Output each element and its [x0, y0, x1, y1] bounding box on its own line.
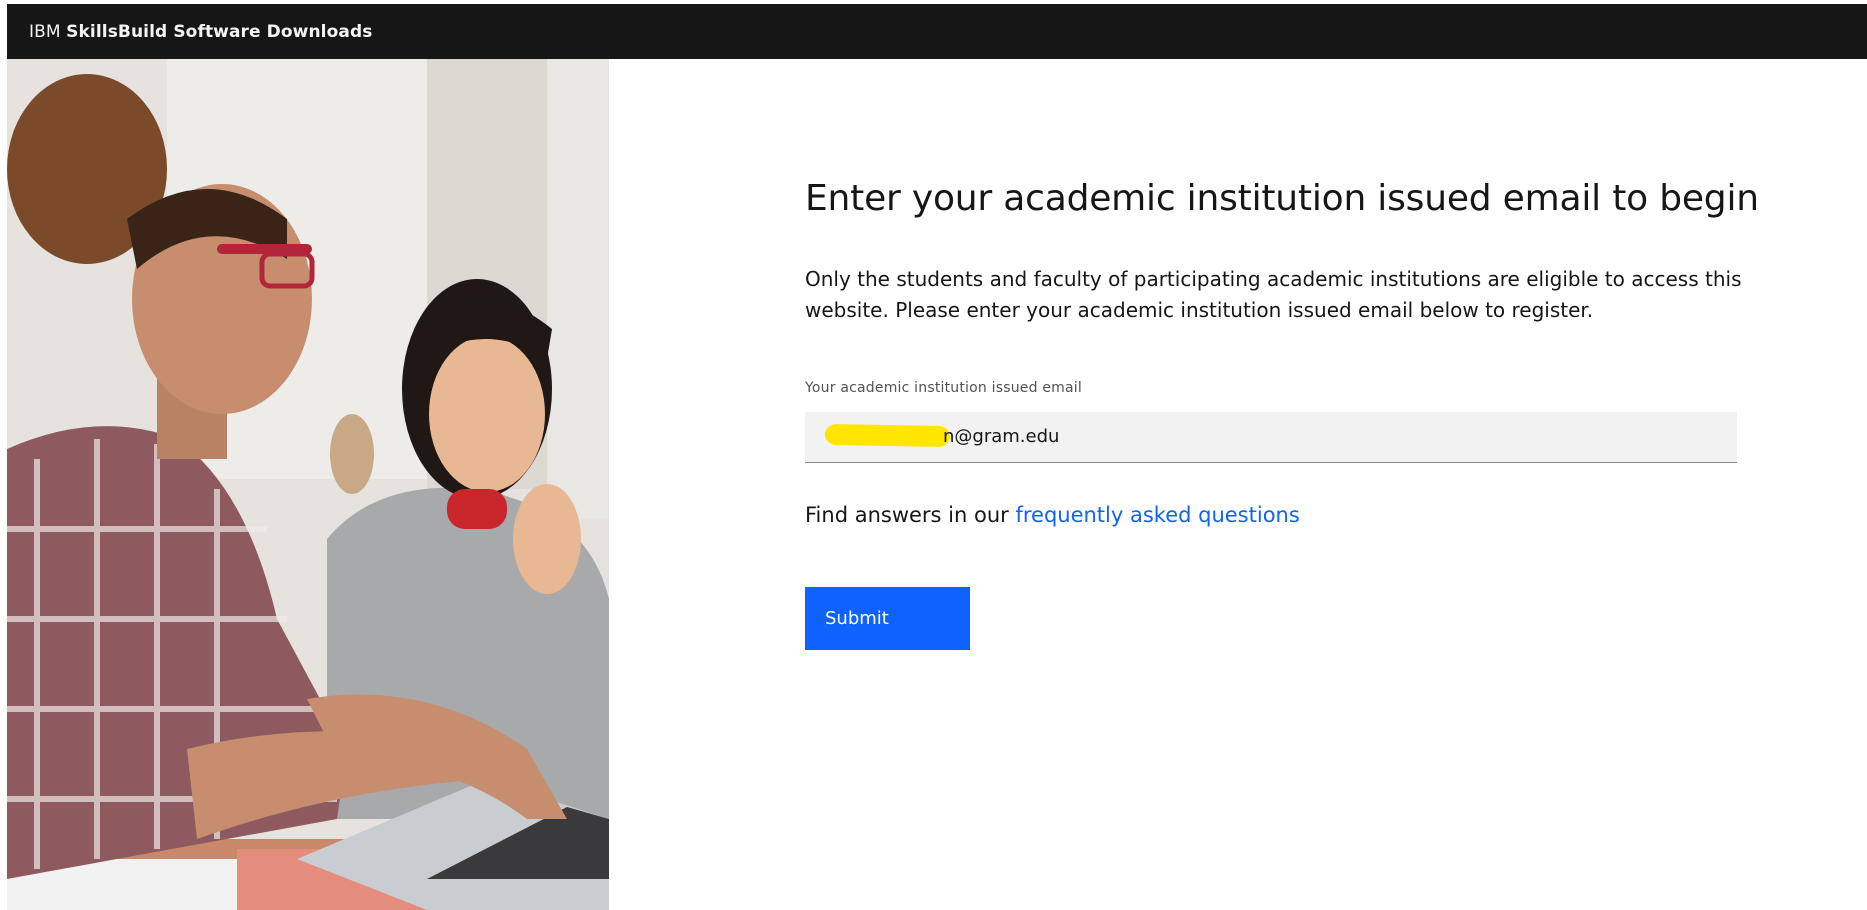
students-photo-illustration: [7, 59, 609, 910]
brand-prefix: IBM: [29, 21, 61, 42]
email-field-value: n@gram.edu: [943, 426, 1060, 447]
top-bar: IBM SkillsBuild Software Downloads: [7, 4, 1867, 59]
submit-button[interactable]: Submit: [805, 587, 970, 650]
hero-image: [7, 59, 609, 910]
faq-text: Find answers in our frequently asked que…: [805, 503, 1300, 527]
email-field-label: Your academic institution issued email: [805, 380, 1082, 396]
faq-prefix: Find answers in our: [805, 503, 1016, 527]
redaction-mark: [824, 423, 951, 448]
faq-link[interactable]: frequently asked questions: [1015, 503, 1299, 527]
email-field[interactable]: n@gram.edu: [805, 412, 1737, 463]
eligibility-description: Only the students and faculty of partici…: [805, 267, 1742, 322]
brand-name: SkillsBuild Software Downloads: [66, 21, 373, 42]
page-title: Enter your academic institution issued e…: [805, 178, 1759, 219]
brand-logo[interactable]: IBM SkillsBuild Software Downloads: [29, 22, 372, 42]
